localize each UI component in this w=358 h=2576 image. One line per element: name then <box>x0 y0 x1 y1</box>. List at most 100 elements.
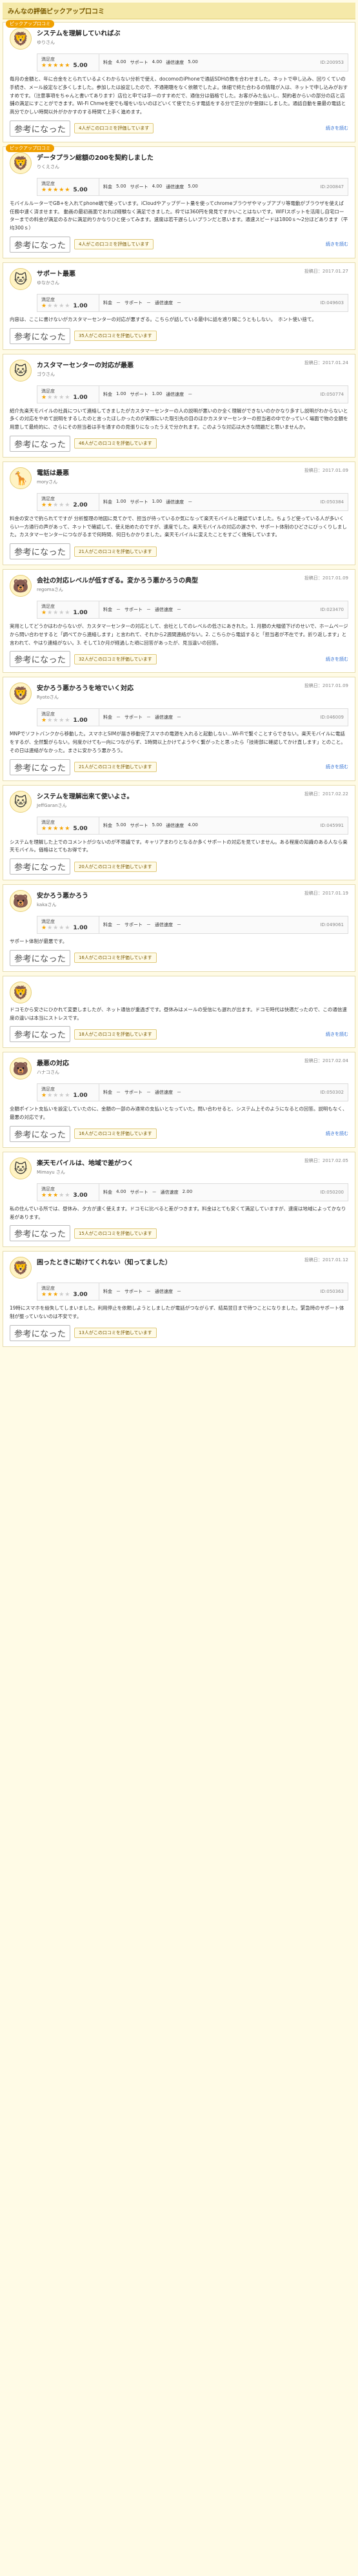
service-label: サポート <box>130 822 148 828</box>
review-id: ID:050363 <box>320 1289 344 1295</box>
star-icon: ★ <box>59 394 65 401</box>
star-icon: ★ <box>53 501 59 508</box>
helpful-button[interactable]: 参考になった <box>10 1125 70 1142</box>
review-user: Mimayu さん <box>37 1169 65 1175</box>
star-icon: ★ <box>59 925 65 931</box>
helpful-button[interactable]: 参考になった <box>10 236 70 253</box>
review-body: モバイルルーターでGB+を入れてphone端で使っています。iCloudやアップ… <box>10 200 348 231</box>
star-icon: ★ <box>65 825 71 832</box>
star-icon: ★ <box>47 825 54 832</box>
star-icon: ★ <box>65 610 71 616</box>
read-more-link[interactable]: 続きを読む <box>326 764 348 770</box>
helpful-button[interactable]: 参考になった <box>10 949 70 966</box>
read-more-link[interactable]: 続きを読む <box>326 1031 348 1038</box>
review-id: ID:045991 <box>320 822 344 828</box>
price-label: 料金 <box>103 60 112 65</box>
review-user: moryさん <box>37 479 58 485</box>
avatar-icon: 🐱 <box>10 1157 32 1179</box>
helpful-button[interactable]: 参考になった <box>10 120 70 137</box>
overall-value: 1.00 <box>73 717 88 724</box>
star-icon: ★ <box>53 1292 59 1299</box>
score-grid: 料金 5.00 サポート 5.00 通信速度 4.00 <box>99 817 202 834</box>
helpful-button[interactable]: 参考になった <box>10 759 70 775</box>
helpful-button[interactable]: 参考になった <box>10 327 70 344</box>
review-date: 投稿日：2017.01.09 <box>304 683 348 689</box>
speed-label: 通信速度 <box>155 715 173 721</box>
service-value: 4.00 <box>152 183 163 189</box>
star-icon: ★ <box>41 186 48 193</box>
review-date: 投稿日：2017.01.27 <box>304 268 348 274</box>
star-icon: ★ <box>53 63 59 69</box>
review-header: 🦁 困ったときに助けてくれない（知ってました） 投稿日：2017.01.12 <box>10 1257 348 1279</box>
review-title[interactable]: 会社の対応レベルが低すぎる。変かろう悪かろうの典型 <box>37 575 299 585</box>
review-title[interactable]: 最悪の対応 <box>37 1058 299 1067</box>
helpful-button[interactable]: 参考になった <box>10 1026 70 1043</box>
speed-value: － <box>188 499 193 505</box>
review-header: 🐻 安かろう悪かろう kakaさん 投稿日：2017.01.19 <box>10 890 348 912</box>
overall-value: 1.00 <box>73 925 88 931</box>
speed-label: 通信速度 <box>155 1090 173 1096</box>
helpful-button[interactable]: 参考になった <box>10 1225 70 1242</box>
review-title[interactable]: システムを理解出来て使いよさ。 <box>37 791 299 800</box>
price-label: 料金 <box>103 391 112 397</box>
review-title[interactable]: サポート最悪 <box>37 268 299 278</box>
review-title[interactable]: システムを理解していればぶ <box>37 28 343 37</box>
star-rating: ★★★★★ <box>41 717 70 724</box>
star-icon: ★ <box>53 1092 59 1099</box>
read-more-link[interactable]: 続きを読む <box>326 656 348 663</box>
review-body: 実用としてどうかはわからないが、カスタマーセンターの対応として、会社としてのレベ… <box>10 623 348 646</box>
helpful-count: 4人がこの口コミを評価しています <box>74 123 154 134</box>
review-title[interactable]: データプラン総額の200を契約しました <box>37 152 343 162</box>
read-more-link[interactable]: 続きを読む <box>326 1130 348 1137</box>
helpful-button[interactable]: 参考になった <box>10 651 70 668</box>
review-card: 🐱 サポート最悪 ゆなかさん 投稿日：2017.01.27 満足度 ★★★★★ 1.00 料金… <box>3 262 355 350</box>
star-icon: ★ <box>41 925 48 931</box>
review-title[interactable]: カスタマーセンターの対応が最悪 <box>37 360 299 369</box>
review-title[interactable]: 電話は最悪 <box>37 467 299 477</box>
star-icon: ★ <box>41 1192 48 1199</box>
review-header: 🐱 サポート最悪 ゆなかさん 投稿日：2017.01.27 <box>10 267 348 290</box>
avatar-icon: 🦁 <box>10 28 32 50</box>
speed-value: 4.00 <box>188 822 198 828</box>
star-icon: ★ <box>53 394 59 401</box>
overall-label: 満足度 <box>41 604 55 609</box>
review-title-wrap: 会社の対応レベルが低すぎる。変かろう悪かろうの典型 regomaさん <box>37 575 299 593</box>
overall-label: 満足度 <box>41 296 55 302</box>
review-id: ID:050302 <box>320 1090 344 1096</box>
review-date: 投稿日：2017.01.09 <box>304 467 348 473</box>
review-title[interactable]: 困ったときに助けてくれない（知ってました） <box>37 1257 299 1266</box>
helpful-button[interactable]: 参考になった <box>10 435 70 452</box>
review-title[interactable]: 安かろう悪かろう <box>37 890 299 900</box>
review-body: サポート体制が最悪です。 <box>10 938 68 944</box>
pickup-badge: ピックアップ口コミ <box>6 144 54 152</box>
overall-label: 満足度 <box>41 180 55 186</box>
read-more-link[interactable]: 続きを読む <box>326 241 348 247</box>
review-date: 投稿日：2017.02.05 <box>304 1157 348 1163</box>
helpful-button[interactable]: 参考になった <box>10 543 70 559</box>
service-value: － <box>146 1289 151 1295</box>
price-label: 料金 <box>103 822 112 828</box>
review-header: 🦁 システムを理解していればぶ ゆりさん <box>10 28 348 50</box>
helpful-button[interactable]: 参考になった <box>10 1324 70 1341</box>
star-rating: ★★★★★ <box>41 187 70 193</box>
helpful-button[interactable]: 参考になった <box>10 858 70 875</box>
review-title[interactable]: 楽天モバイルは、地域で差がつく <box>37 1157 299 1167</box>
review-body: 全額ポイント支払いを設定していたのに、金額の一部のみ通常の支払いとなっていた。問… <box>10 1106 348 1120</box>
star-icon: ★ <box>41 302 48 309</box>
score-box: 満足度 ★★★★★ 1.00 料金 1.00 サポート 1.00 通信速度－ ID:050774 <box>37 385 348 403</box>
review-header: 🦒 電話は最悪 moryさん 投稿日：2017.01.09 <box>10 467 348 489</box>
review-id: ID:049061 <box>320 922 344 927</box>
star-rating: ★★★★★ <box>41 63 70 69</box>
read-more-link[interactable]: 続きを読む <box>326 125 348 131</box>
avatar-icon: 🐻 <box>10 575 32 597</box>
helpful-count: 46人がこの口コミを評価しています <box>74 438 157 449</box>
star-icon: ★ <box>47 302 54 309</box>
review-title[interactable]: 安かろう悪かろうを地でいく対応 <box>37 683 299 692</box>
review-body: 紹介先楽天モバイルの社員について連絡してきましたがカスタマーセンターの人の説明が… <box>10 407 348 431</box>
review-date: 投稿日：2017.01.12 <box>304 1257 348 1263</box>
star-icon: ★ <box>41 1292 48 1299</box>
review-id: ID:023470 <box>320 607 344 612</box>
star-rating: ★★★★★ <box>41 925 70 931</box>
review-footer: 参考になった 21人がこの口コミを評価しています 続きを読む <box>10 759 348 775</box>
speed-label: 通信速度 <box>155 1289 173 1295</box>
